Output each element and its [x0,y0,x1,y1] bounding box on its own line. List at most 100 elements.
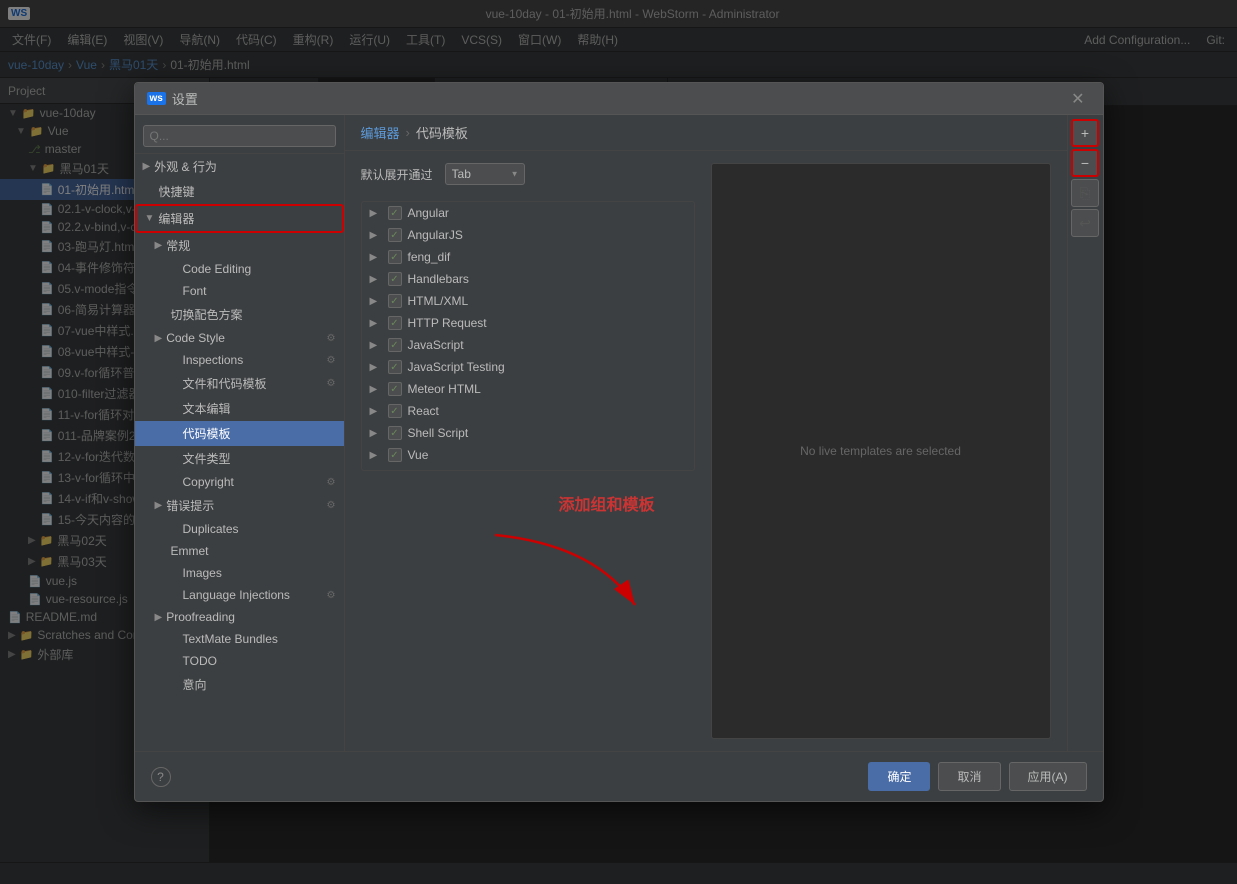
nav-item-copyright[interactable]: Copyright ⚙ [135,471,344,493]
template-group-row[interactable]: ▶ React [362,400,694,422]
nav-item-label: 错误提示 [166,497,214,514]
group-name-label: AngularJS [408,228,463,242]
modal-nav: ▶ 外观 & 行为 快捷键 ▼ 编辑器 ▶ 常规 [135,115,345,751]
nav-item-label: TODO [183,654,217,668]
group-checkbox[interactable] [388,382,402,396]
nav-item-code-editing[interactable]: Code Editing [135,258,344,280]
template-group-row[interactable]: ▶ AngularJS [362,224,694,246]
nav-item-label: 外观 & 行为 [154,158,217,175]
nav-item-label: 代码模板 [183,425,231,442]
remove-template-button[interactable]: − [1071,149,1099,177]
settings-row: 默认展开通过 Tab Enter Space [361,163,695,185]
template-group-row[interactable]: ▶ JavaScript [362,334,694,356]
group-name-label: JavaScript [408,338,464,352]
template-group-row[interactable]: ▶ Meteor HTML [362,378,694,400]
group-name-label: feng_dif [408,250,451,264]
group-checkbox[interactable] [388,360,402,374]
nav-item-editor[interactable]: ▼ 编辑器 [135,204,344,233]
breadcrumb-separator: › [406,125,410,140]
nav-item-general[interactable]: ▶ 常规 [135,233,344,258]
apply-button[interactable]: 应用(A) [1009,762,1087,791]
nav-expand-arrow: ▶ [155,500,163,511]
group-expand-arrow: ▶ [370,384,382,395]
group-checkbox[interactable] [388,338,402,352]
group-expand-arrow: ▶ [370,362,382,373]
group-checkbox[interactable] [388,448,402,462]
modal-close-button[interactable]: ✕ [1065,87,1090,111]
expand-select[interactable]: Tab Enter Space [445,163,525,185]
add-template-button[interactable]: + [1071,119,1099,147]
nav-item-duplicates[interactable]: Duplicates [135,518,344,540]
help-button[interactable]: ? [151,767,171,787]
template-group-row[interactable]: ▶ Angular [362,202,694,224]
group-checkbox[interactable] [388,206,402,220]
template-group-row[interactable]: ▶ Vue [362,444,694,466]
confirm-button[interactable]: 确定 [868,762,930,791]
annotation-arrow-svg [475,525,655,625]
template-group-row[interactable]: ▶ HTTP Request [362,312,694,334]
copy-template-button[interactable]: ⎘ [1071,179,1099,207]
group-checkbox[interactable] [388,404,402,418]
nav-item-proofreading[interactable]: ▶ Proofreading [135,606,344,628]
modal-ws-icon: ws [147,92,166,105]
nav-item-colorscheme[interactable]: 切换配色方案 [135,302,344,327]
settings-icon: ⚙ [327,378,336,389]
template-group-row[interactable]: ▶ HTML/XML [362,290,694,312]
group-checkbox[interactable] [388,426,402,440]
nav-search-input[interactable] [143,125,336,147]
group-checkbox[interactable] [388,250,402,264]
nav-item-inspections[interactable]: Inspections ⚙ [135,349,344,371]
group-checkbox[interactable] [388,294,402,308]
reset-template-button[interactable]: ↩ [1071,209,1099,237]
settings-content: 默认展开通过 Tab Enter Space [345,151,1067,751]
group-checkbox[interactable] [388,316,402,330]
nav-item-codestyle[interactable]: ▶ Code Style ⚙ [135,327,344,349]
nav-item-code-templates[interactable]: 代码模板 [135,421,344,446]
templates-area: 默认展开通过 Tab Enter Space [361,163,695,739]
nav-item-label: Proofreading [166,610,235,624]
modal-title-text: 设置 [172,89,1065,108]
template-group-row[interactable]: ▶ feng_dif [362,246,694,268]
group-expand-arrow: ▶ [370,252,382,263]
nav-item-images[interactable]: Images [135,562,344,584]
nav-item-label: 编辑器 [158,210,194,227]
group-checkbox[interactable] [388,228,402,242]
nav-item-textmate[interactable]: TextMate Bundles [135,628,344,650]
ide-background: WS vue-10day - 01-初始用.html - WebStorm - … [0,0,1237,884]
cancel-button[interactable]: 取消 [938,762,1000,791]
group-name-label: HTTP Request [408,316,487,330]
breadcrumb-parent[interactable]: 编辑器 [361,123,400,142]
no-templates-message: No live templates are selected [800,444,961,458]
modal-overlay: ws 设置 ✕ ▶ 外观 & 行为 [0,0,1237,884]
nav-item-font[interactable]: Font [135,280,344,302]
nav-item-label: TextMate Bundles [183,632,278,646]
settings-icon: ⚙ [327,477,336,488]
group-expand-arrow: ▶ [370,208,382,219]
nav-item-label: Duplicates [183,522,239,536]
template-groups-list: ▶ Angular ▶ AngularJS [361,201,695,471]
template-group-row[interactable]: ▶ JavaScript Testing [362,356,694,378]
nav-item-text-editing[interactable]: 文本编辑 [135,396,344,421]
template-group-row[interactable]: ▶ Handlebars [362,268,694,290]
nav-item-error-hints[interactable]: ▶ 错误提示 ⚙ [135,493,344,518]
nav-item-label: Font [183,284,207,298]
nav-item-todo[interactable]: TODO [135,650,344,672]
annotation-container: 添加组和模板 [475,491,655,630]
nav-item-language-injections[interactable]: Language Injections ⚙ [135,584,344,606]
group-expand-arrow: ▶ [370,274,382,285]
nav-item-emmet[interactable]: Emmet [135,540,344,562]
group-name-label: JavaScript Testing [408,360,505,374]
nav-item-appearance[interactable]: ▶ 外观 & 行为 [135,154,344,179]
annotation-text: 添加组和模板 [475,491,655,515]
nav-item-label: Copyright [183,475,234,489]
group-expand-arrow: ▶ [370,230,382,241]
breadcrumb: 编辑器 › 代码模板 [345,115,1067,151]
group-expand-arrow: ▶ [370,318,382,329]
nav-item-label: Images [183,566,222,580]
nav-item-file-types[interactable]: 文件类型 [135,446,344,471]
group-checkbox[interactable] [388,272,402,286]
nav-item-shortcuts[interactable]: 快捷键 [135,179,344,204]
nav-item-file-code-templates[interactable]: 文件和代码模板 ⚙ [135,371,344,396]
template-group-row[interactable]: ▶ Shell Script [362,422,694,444]
nav-item-intention[interactable]: 意向 [135,672,344,697]
